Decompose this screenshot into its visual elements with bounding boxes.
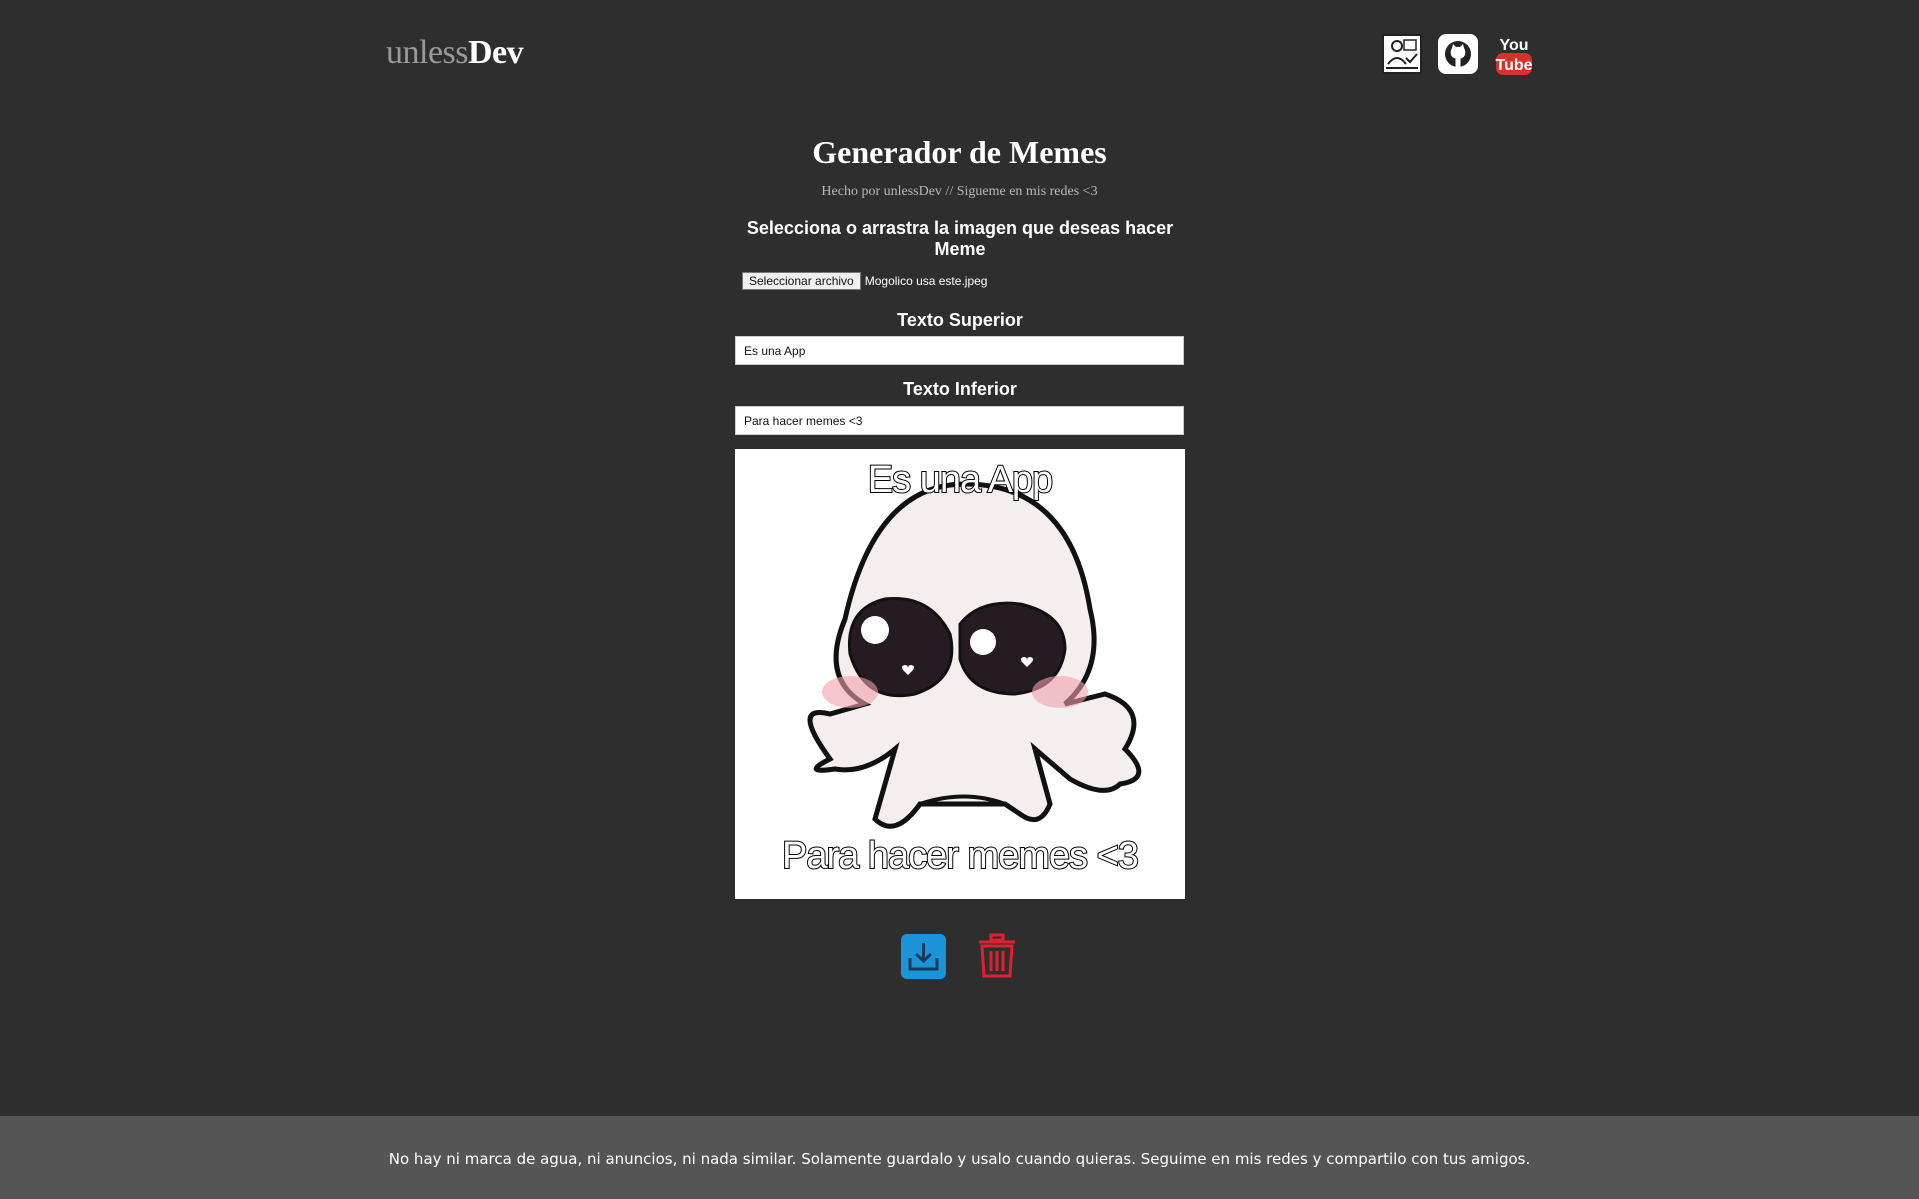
top-text-label: Texto Superior bbox=[897, 310, 1023, 330]
footer: No hay ni marca de agua, ni anuncios, ni… bbox=[0, 1116, 1919, 1199]
trash-icon bbox=[979, 933, 1015, 978]
logo-bold-text: Dev bbox=[468, 34, 524, 71]
meme-top-text: Es una App bbox=[867, 458, 1054, 502]
github-icon[interactable] bbox=[1438, 34, 1478, 74]
meme-bottom-text: Para hacer memes <3 bbox=[781, 834, 1140, 878]
meme-image bbox=[807, 481, 1142, 829]
delete-button[interactable] bbox=[975, 932, 1019, 980]
select-file-button[interactable]: Seleccionar archivo bbox=[742, 272, 861, 290]
logo[interactable]: unlessDev bbox=[386, 34, 524, 72]
file-name: Mogolico usa este.jpeg bbox=[864, 274, 988, 288]
youtube-tube-text: Tube bbox=[1495, 57, 1532, 74]
image-select-label: Selecciona o arrastra la imagen que dese… bbox=[746, 218, 1174, 259]
logo-light-text: unless bbox=[386, 34, 469, 71]
top-text-input[interactable] bbox=[735, 336, 1184, 365]
bottom-text-label: Texto Inferior bbox=[903, 379, 1017, 399]
footer-text: No hay ni marca de agua, ni anuncios, ni… bbox=[388, 1150, 1531, 1168]
youtube-icon[interactable]: You Tube bbox=[1494, 34, 1534, 75]
download-icon bbox=[908, 943, 939, 971]
youtube-you-text: You bbox=[1499, 37, 1528, 54]
download-button[interactable] bbox=[901, 934, 946, 979]
file-input[interactable]: Seleccionar archivo Mogolico usa este.jpe… bbox=[742, 272, 987, 290]
portfolio-icon[interactable] bbox=[1382, 34, 1422, 74]
header: unlessDev You Tube bbox=[0, 0, 1919, 110]
page-title: Generador de Memes bbox=[812, 134, 1107, 170]
meme-canvas: Es una App Para hacer memes <3 bbox=[735, 449, 1185, 899]
page-subtitle: Hecho por unlessDev // Sigueme en mis re… bbox=[821, 184, 1098, 199]
bottom-text-input[interactable] bbox=[735, 406, 1184, 435]
